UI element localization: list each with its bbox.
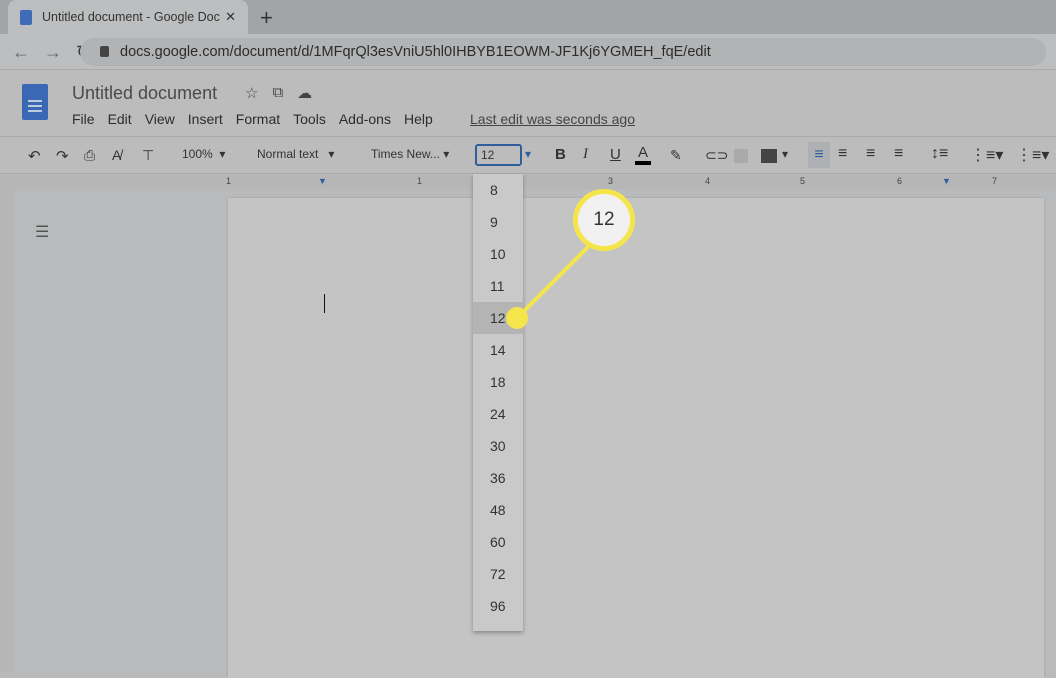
callout-pointer-dot xyxy=(506,307,528,329)
callout-connector xyxy=(515,243,592,320)
callout-badge: 12 xyxy=(573,189,635,251)
